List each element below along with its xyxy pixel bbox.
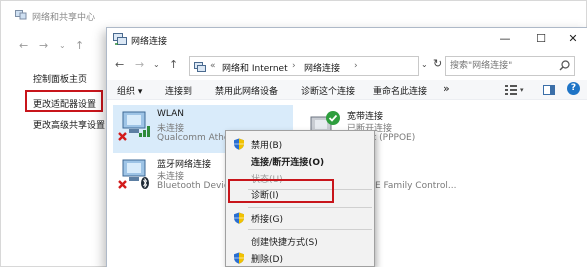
view-options-icon[interactable] [505,85,517,95]
help-icon[interactable]: ? [567,82,580,95]
search-icon[interactable] [559,60,570,71]
close-button[interactable]: ✕ [559,31,587,47]
organize-menu[interactable]: 组织 ▾ [117,84,142,97]
crumb-network-connections[interactable]: 网络连接 [304,61,340,74]
connection-device: Bluetooth Devic [157,181,229,191]
adapter-settings-highlight [25,90,103,112]
address-bar-row: ← → ⌄ ↑ « 网络和 Internet › 网络连接 › ⌄ ↻ [107,52,587,80]
bg-up-button[interactable]: ↑ [75,39,84,53]
network-connections-icon [113,33,127,45]
connect-to-button[interactable]: 连接到 [165,84,192,97]
change-advanced-sharing-link[interactable]: 更改高级共享设置 [33,118,105,131]
title-bar: 网络连接 — ☐ ✕ [107,28,587,52]
connection-name: WLAN [157,109,185,119]
menu-item-bridge[interactable]: 桥接(G) [227,209,374,227]
menu-item-label: 禁用(B) [251,141,283,151]
bg-navigation: ← → ⌄ ↑ [15,39,107,53]
menu-item-connect-disconnect[interactable]: 连接/断开连接(O) [227,152,374,170]
bg-forward-button[interactable]: → [39,39,48,53]
shield-icon [234,252,244,264]
overflow-crumbs[interactable]: « [210,61,216,71]
view-dropdown[interactable]: ▾ [520,86,524,94]
address-history-dropdown[interactable]: ⌄ [421,60,428,69]
wifi-adapter-icon [118,111,150,141]
maximize-button[interactable]: ☐ [527,31,555,47]
menu-separator [248,207,372,208]
crumb-network-internet[interactable]: 网络和 Internet [222,61,288,74]
more-commands-button[interactable]: » [443,82,450,95]
menu-item-label: 删除(D) [251,255,283,265]
minimize-button[interactable]: — [491,31,519,47]
window-title: 网络连接 [131,37,168,47]
rename-connection-button[interactable]: 重命名此连接 [373,84,427,97]
menu-item-label: 创建快捷方式(S) [251,238,318,248]
control-panel-home-link[interactable]: 控制面板主页 [33,72,87,85]
diagnose-highlight [228,179,334,203]
diagnose-connection-button[interactable]: 诊断这个连接 [301,84,355,97]
search-input[interactable] [446,57,556,75]
disable-device-button[interactable]: 禁用此网络设备 [215,84,278,97]
bg-back-button[interactable]: ← [19,39,28,53]
back-button[interactable]: ← [115,58,124,72]
up-button[interactable]: ↑ [169,58,178,72]
menu-separator [248,229,372,230]
crumb-separator-end[interactable]: › [354,61,358,71]
menu-item-disable[interactable]: 禁用(B) [227,135,374,153]
preview-pane-icon[interactable] [543,85,555,95]
network-folder-icon [194,62,206,72]
network-center-icon [15,10,27,20]
menu-item-label: 桥接(G) [251,215,283,225]
crumb-separator[interactable]: › [292,61,296,71]
menu-item-delete[interactable]: 删除(D) [227,249,374,267]
recent-locations-dropdown[interactable]: ⌄ [153,58,160,72]
forward-button[interactable]: → [135,58,144,72]
bluetooth-adapter-icon [118,159,149,189]
refresh-button[interactable]: ↻ [433,57,442,70]
bg-title-bar: 网络和共享中心 [1,1,121,29]
connection-device: Qualcomm Athe [157,133,230,143]
command-bar: 组织 ▾ 连接到 禁用此网络设备 诊断这个连接 重命名此连接 » ▾ ? [107,80,587,100]
shield-icon [234,212,244,224]
menu-item-label: 连接/断开连接(O) [251,158,325,168]
shield-icon [234,138,244,150]
bg-history-dropdown[interactable]: ⌄ [59,39,66,53]
context-menu: 禁用(B) 连接/断开连接(O) 状态(U) 诊断(I) 桥接(G) 创建快捷方… [225,130,375,267]
bg-window-title: 网络和共享中心 [32,13,96,23]
menu-item-create-shortcut[interactable]: 创建快捷方式(S) [227,232,374,250]
search-box[interactable] [445,56,575,76]
address-box[interactable]: « 网络和 Internet › 网络连接 › [189,56,419,76]
